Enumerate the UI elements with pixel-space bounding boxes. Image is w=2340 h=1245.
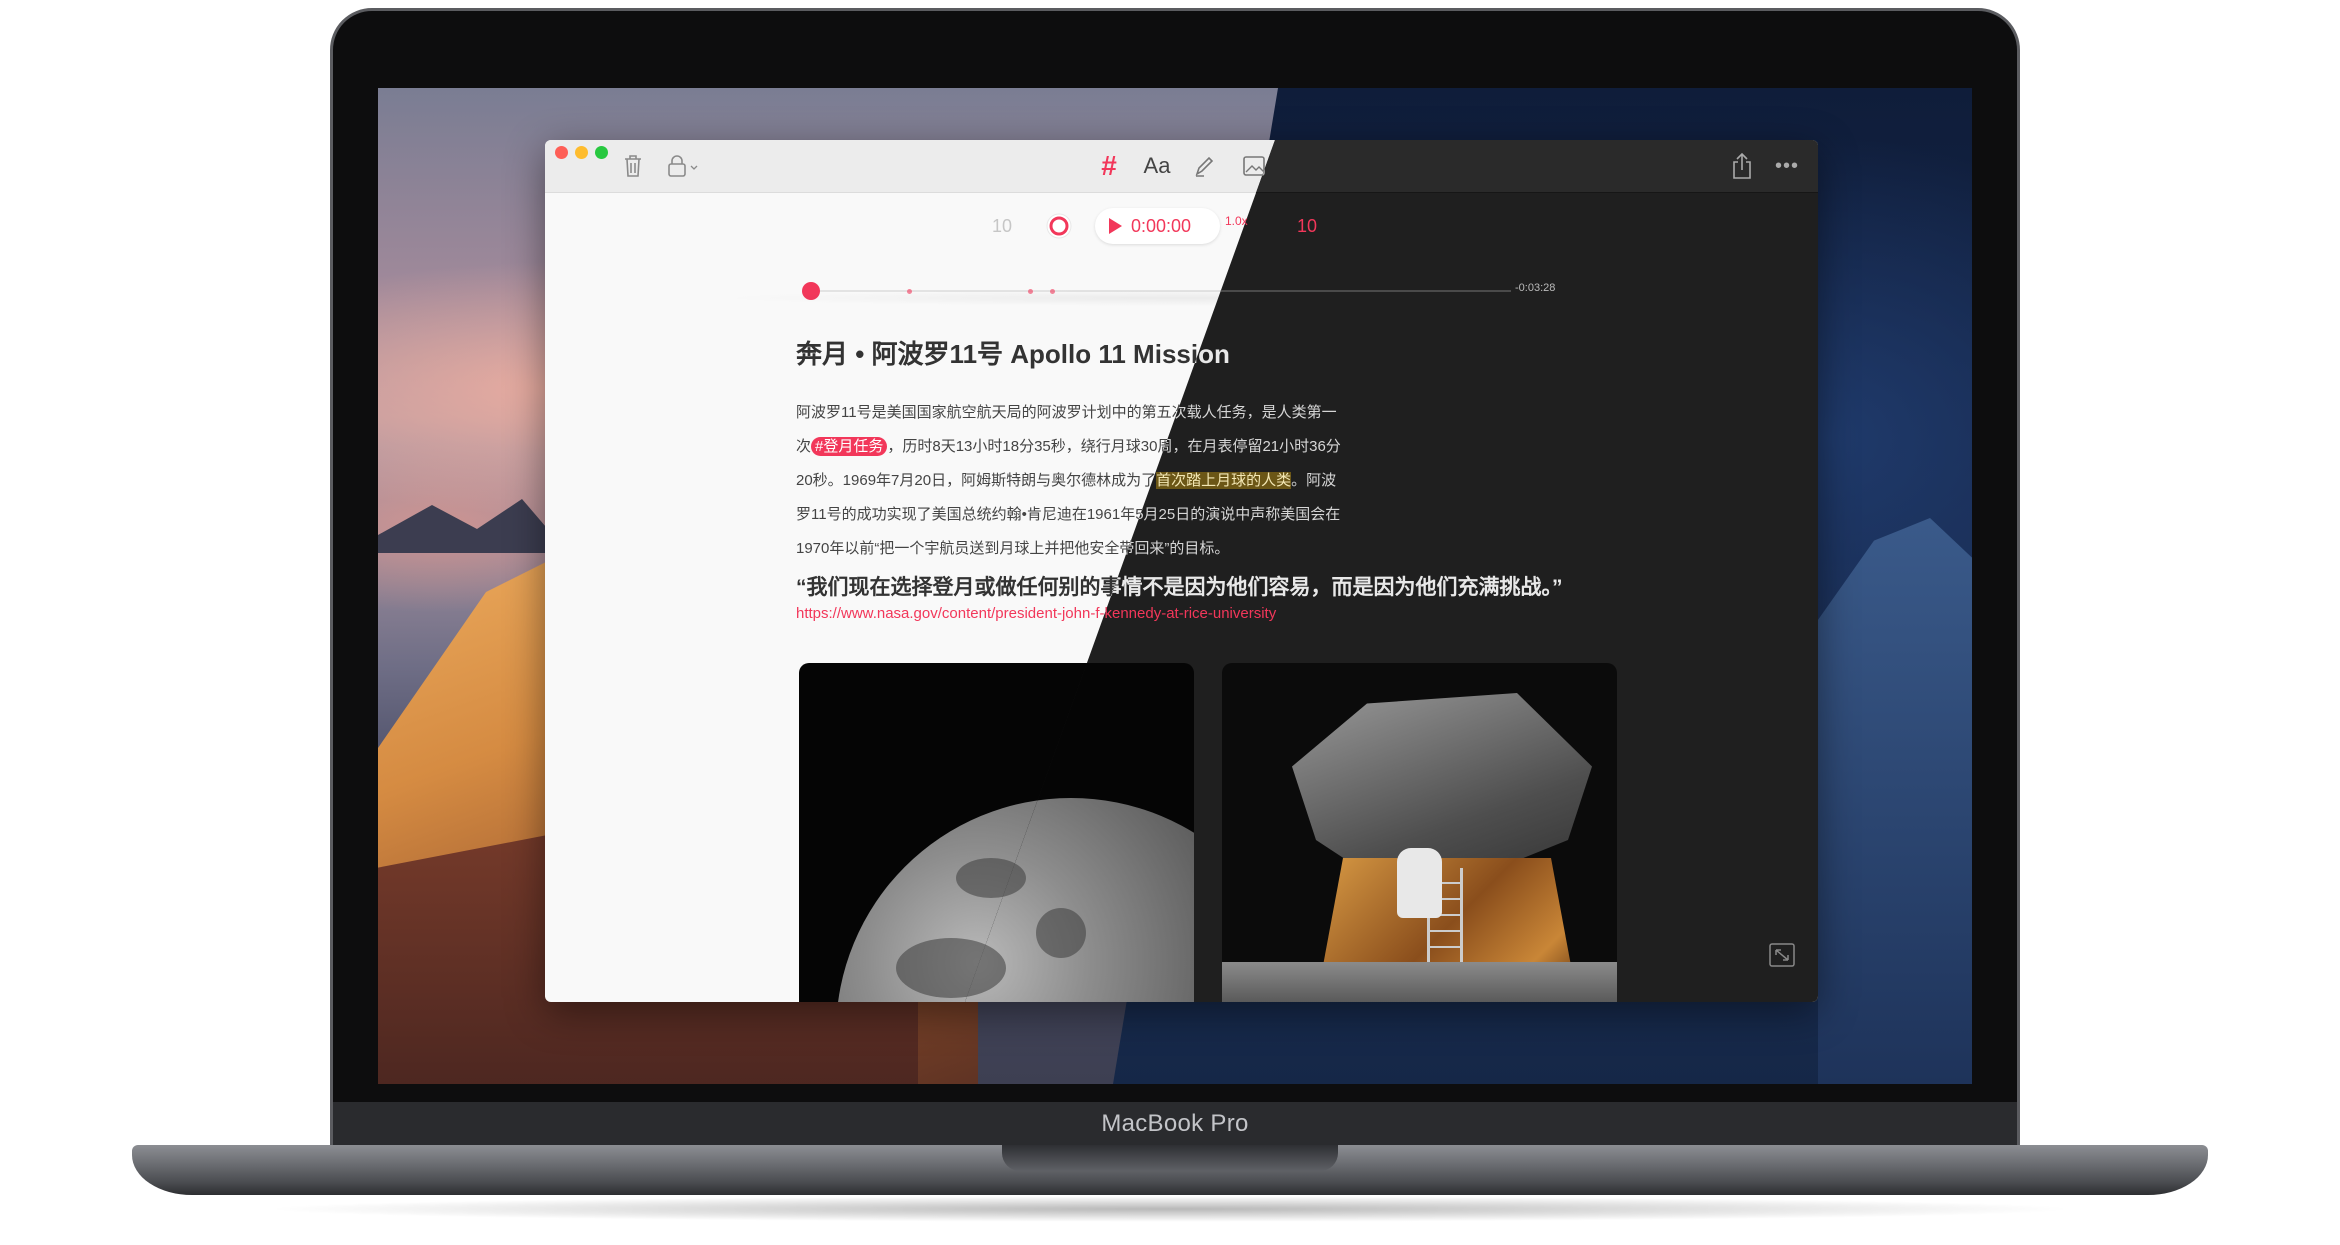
minimize-button[interactable] [575, 146, 588, 159]
highlighted-text: 首次踏上月球的人类 [1156, 472, 1292, 489]
playback-time: 0:00:00 [1131, 216, 1192, 236]
lunar-module-photo[interactable] [1222, 663, 1617, 1002]
more-icon[interactable]: ••• [1772, 154, 1802, 178]
device-label: MacBook Pro [1101, 1110, 1249, 1137]
hashtag-chip[interactable]: #登月任务 [811, 437, 888, 456]
hashtag-icon[interactable]: # [1097, 150, 1121, 182]
remaining-time: -0:03:28 [1515, 282, 1556, 294]
collapse-icon[interactable] [1768, 942, 1796, 968]
share-icon[interactable] [1730, 152, 1754, 180]
pen-icon[interactable] [1193, 154, 1215, 178]
app-window: # Aa 10 0:00:00 1.0x 10 [545, 140, 1818, 1002]
font-icon[interactable]: Aa [1140, 150, 1174, 182]
skip-forward-icon[interactable]: 10 [1288, 208, 1326, 244]
record-button[interactable] [1040, 208, 1078, 244]
note-title: 奔月 • 阿波罗11号 Apollo 11 Mission [796, 339, 1230, 369]
astronaut [1397, 848, 1442, 918]
skip-back-icon[interactable]: 10 [983, 208, 1021, 244]
zoom-button[interactable] [595, 146, 608, 159]
lock-icon[interactable] [667, 154, 701, 178]
play-button[interactable]: 0:00:00 [1095, 208, 1220, 244]
close-button[interactable] [555, 146, 568, 159]
laptop-notch [1002, 1145, 1338, 1171]
trash-icon[interactable] [623, 154, 643, 178]
play-icon [1109, 218, 1122, 234]
